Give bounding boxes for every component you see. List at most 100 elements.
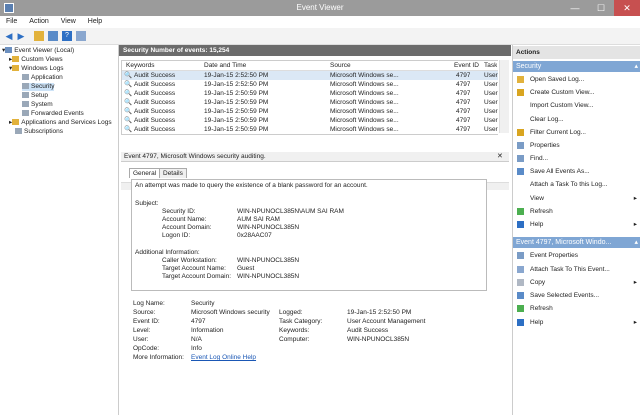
event-detail-title: Event 4797, Microsoft Windows security a… (121, 152, 509, 162)
tree-subscriptions[interactable]: Subscriptions (15, 128, 63, 136)
minimize-button[interactable]: — (562, 0, 588, 16)
action-refresh[interactable]: Refresh (513, 207, 640, 216)
save-icon (517, 292, 524, 299)
action-import-custom-view[interactable]: Import Custom View... (513, 101, 640, 110)
table-row[interactable]: 🔍 Audit Success 19-Jan-15 2:50:59 PM Micros… (122, 125, 498, 134)
submenu-arrow-icon: ▸ (633, 195, 637, 202)
folder-icon (12, 65, 20, 72)
menu-action[interactable]: Action (23, 16, 54, 28)
refresh-icon (517, 208, 524, 215)
tree-windows-logs[interactable]: ▾ Windows Logs (9, 65, 64, 73)
menu-file[interactable]: File (0, 16, 23, 28)
action-refresh-event[interactable]: Refresh (513, 304, 640, 313)
log-icon (22, 83, 29, 90)
tree-application[interactable]: Application (22, 74, 63, 82)
folder-icon (517, 76, 524, 83)
refresh-icon (517, 305, 524, 312)
table-row[interactable]: 🔍 Audit Success 19-Jan-15 2:52:50 PM Micros… (122, 71, 498, 80)
console-tree: ▾ Event Viewer (Local) ▸ Custom Views ▾ Win… (0, 45, 119, 415)
action-find[interactable]: Find... (513, 154, 640, 163)
key-icon: 🔍 (124, 81, 133, 88)
submenu-arrow-icon: ▸ (633, 279, 637, 286)
actions-section-security[interactable]: Security ▴ (513, 61, 640, 72)
column-event-id[interactable]: Event ID (454, 61, 479, 70)
event-detail-pane: Event 4797, Microsoft Windows security a… (119, 150, 511, 415)
task-icon (517, 266, 524, 273)
tab-general[interactable]: General (129, 168, 161, 178)
toolbar: ◀ ▶ ? (0, 28, 640, 45)
event-list-header: Keywords Date and Time Source Event ID T… (122, 61, 498, 71)
action-save-all-events[interactable]: Save All Events As... (513, 167, 640, 176)
action-event-properties[interactable]: Event Properties (513, 251, 640, 260)
tree-applications-services-logs[interactable]: ▸ Applications and Services Logs (9, 119, 112, 127)
action-copy[interactable]: Copy ▸ (513, 278, 640, 287)
folder-icon (12, 119, 20, 126)
filter-icon (517, 89, 524, 96)
menu-view[interactable]: View (55, 16, 82, 28)
key-icon: 🔍 (124, 126, 133, 133)
save-icon (517, 168, 524, 175)
column-source[interactable]: Source (330, 61, 351, 70)
key-icon: 🔍 (124, 108, 133, 115)
key-icon: 🔍 (124, 117, 133, 124)
center-pane: Security Number of events: 15,254 Keywor… (119, 45, 511, 415)
table-row[interactable]: 🔍 Audit Success 19-Jan-15 2:50:59 PM Micros… (122, 89, 498, 98)
event-list: Keywords Date and Time Source Event ID T… (121, 60, 498, 135)
tree-setup[interactable]: Setup (22, 92, 48, 100)
menu-bar: File Action View Help (0, 16, 640, 28)
copy-icon (517, 279, 524, 286)
title-bar: Event Viewer — ☐ ✕ (0, 0, 640, 16)
table-row[interactable]: 🔍 Audit Success 19-Jan-15 2:52:50 PM Micros… (122, 80, 498, 89)
action-properties[interactable]: Properties (513, 141, 640, 150)
tree-event-viewer-local[interactable]: ▾ Event Viewer (Local) (2, 47, 74, 55)
folder-icon (12, 56, 20, 63)
tree-system[interactable]: System (22, 101, 53, 109)
log-icon (22, 110, 29, 117)
submenu-arrow-icon: ▸ (633, 221, 637, 228)
action-clear-log[interactable]: Clear Log... (513, 115, 640, 124)
tab-details[interactable]: Details (159, 168, 187, 178)
log-icon (22, 92, 29, 99)
action-create-custom-view[interactable]: Create Custom View... (513, 88, 640, 97)
table-row[interactable]: 🔍 Audit Success 19-Jan-15 2:50:59 PM Micros… (122, 98, 498, 107)
actions-section-event[interactable]: Event 4797, Microsoft Windo... ▴ (513, 237, 640, 248)
window-title: Event Viewer (296, 3, 344, 12)
action-view[interactable]: View ▸ (513, 194, 640, 203)
action-open-saved-log[interactable]: Open Saved Log... (513, 75, 640, 84)
log-icon (22, 74, 29, 81)
log-header: Security Number of events: 15,254 (119, 45, 511, 56)
menu-help[interactable]: Help (82, 16, 108, 28)
tree-forwarded-events[interactable]: Forwarded Events (22, 110, 84, 118)
console-tree-icon[interactable] (48, 31, 58, 41)
subscriptions-icon (15, 128, 22, 135)
close-button[interactable]: ✕ (614, 0, 640, 16)
computer-icon (5, 47, 13, 54)
tree-security[interactable]: Security (22, 83, 55, 91)
tree-custom-views[interactable]: ▸ Custom Views (9, 56, 63, 64)
event-log-online-help-link[interactable]: Event Log Online Help (191, 354, 256, 361)
action-help[interactable]: Help ▸ (513, 220, 640, 229)
event-list-scrollbar[interactable] (499, 60, 509, 133)
submenu-arrow-icon: ▸ (633, 319, 637, 326)
action-save-selected-events[interactable]: Save Selected Events... (513, 291, 640, 300)
back-arrow-icon[interactable]: ◀ (4, 31, 14, 41)
help-icon (517, 221, 524, 228)
action-help-event[interactable]: Help ▸ (513, 318, 640, 327)
key-icon: 🔍 (124, 99, 133, 106)
action-attach-task-log[interactable]: Attach a Task To this Log... (513, 180, 640, 189)
column-date-time[interactable]: Date and Time (204, 61, 246, 70)
table-row[interactable]: 🔍 Audit Success 19-Jan-15 2:50:59 PM Micros… (122, 116, 498, 125)
close-detail-icon[interactable]: ✕ (497, 152, 503, 160)
properties-icon (517, 252, 524, 259)
column-keywords[interactable]: Keywords (126, 61, 155, 70)
action-attach-task-event[interactable]: Attach Task To This Event... (513, 265, 640, 274)
action-pane-icon[interactable] (76, 31, 86, 41)
maximize-button[interactable]: ☐ (588, 0, 614, 16)
collapse-up-icon: ▴ (634, 239, 638, 246)
action-filter-current-log[interactable]: Filter Current Log... (513, 128, 640, 137)
table-row[interactable]: 🔍 Audit Success 19-Jan-15 2:50:59 PM Micros… (122, 107, 498, 116)
folder-up-icon[interactable] (34, 31, 44, 41)
column-task[interactable]: Task (484, 61, 497, 70)
forward-arrow-icon[interactable]: ▶ (16, 31, 26, 41)
help-icon[interactable]: ? (62, 31, 72, 41)
